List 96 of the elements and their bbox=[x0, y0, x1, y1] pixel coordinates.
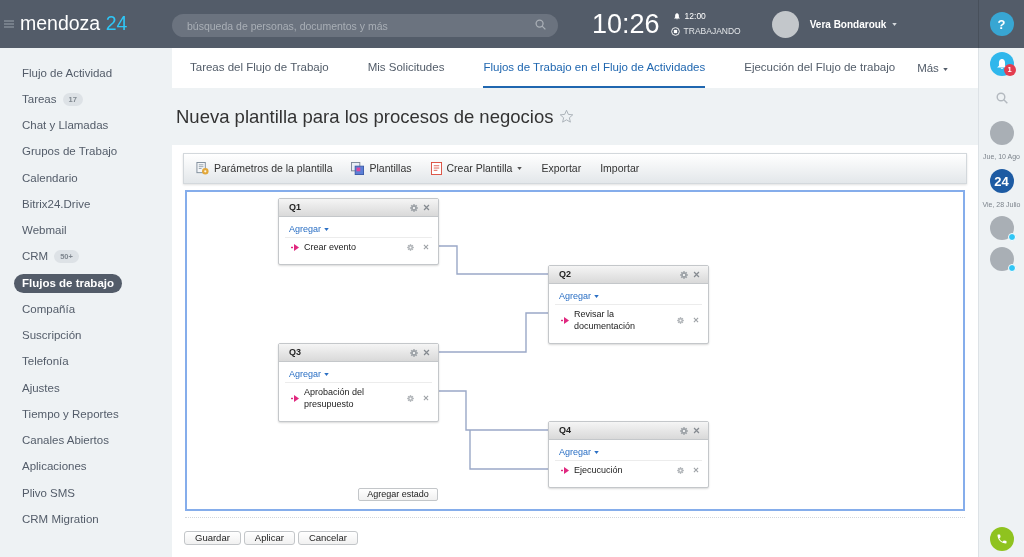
gear-icon[interactable] bbox=[677, 316, 684, 324]
add-action-link[interactable]: Agregar bbox=[559, 447, 600, 457]
caret-icon bbox=[892, 22, 898, 26]
sidebar-item[interactable]: Chat y Llamadas bbox=[14, 116, 117, 136]
arrow-icon bbox=[291, 394, 299, 402]
arrow-icon bbox=[291, 243, 299, 251]
arrow-icon bbox=[561, 466, 569, 474]
close-icon[interactable] bbox=[693, 271, 700, 278]
close-icon[interactable] bbox=[693, 427, 700, 434]
sidebar-item[interactable]: Bitrix24.Drive bbox=[14, 194, 99, 214]
toolbar-button[interactable]: Importar bbox=[600, 160, 640, 177]
arrow-icon bbox=[561, 316, 569, 324]
action-label: Ejecucución bbox=[574, 464, 624, 476]
add-action-link[interactable]: Agregar bbox=[559, 291, 600, 301]
tab[interactable]: Ejecución del Flujo de trabajo bbox=[744, 48, 896, 88]
close-icon[interactable] bbox=[693, 317, 699, 323]
action-label: Revisar la documentación bbox=[574, 308, 637, 332]
sidebar-item[interactable]: Compañía bbox=[14, 299, 84, 319]
gear-icon[interactable] bbox=[410, 203, 418, 212]
sidebar-item[interactable]: Flujo de Actividad bbox=[14, 63, 121, 83]
state-title: Q1 bbox=[289, 203, 301, 212]
sidebar-item[interactable]: Grupos de Trabajo bbox=[14, 142, 126, 162]
caret-icon bbox=[517, 167, 523, 170]
gear-icon[interactable] bbox=[410, 348, 418, 357]
state-title: Q4 bbox=[559, 426, 571, 435]
cancel-button[interactable]: Cancelar bbox=[297, 531, 358, 545]
gear-icon[interactable] bbox=[680, 426, 688, 435]
sidebar-item[interactable]: Tiempo y Reportes bbox=[14, 404, 127, 424]
add-state-button[interactable]: Agregar estado bbox=[358, 488, 438, 501]
sidebar-item[interactable]: Aplicaciones bbox=[14, 457, 95, 477]
overlapping-squares-icon bbox=[351, 162, 365, 175]
sidebar-item[interactable]: Flujos de trabajo bbox=[14, 273, 122, 293]
state-card[interactable]: Q4 Agregar Ejecucución bbox=[548, 421, 709, 488]
logo[interactable]: mendoza 24 bbox=[20, 14, 128, 34]
toolbar-button[interactable]: Crear Plantilla bbox=[430, 160, 523, 177]
gear-icon[interactable] bbox=[407, 394, 414, 402]
sidebar-item[interactable]: Webmail bbox=[14, 221, 75, 241]
user-name[interactable]: Vera Bondarouk bbox=[809, 16, 887, 32]
caret-icon bbox=[942, 67, 948, 71]
close-icon[interactable] bbox=[423, 204, 430, 211]
chat-logo[interactable]: 24 bbox=[989, 169, 1014, 193]
bell-icon bbox=[673, 13, 680, 20]
add-action-link[interactable]: Agregar bbox=[289, 369, 330, 379]
action-label: Aprobación del presupuesto bbox=[304, 386, 366, 410]
caret-icon bbox=[594, 294, 600, 298]
sidebar-item[interactable]: Suscripción bbox=[14, 326, 90, 346]
tab[interactable]: Tareas del Flujo de Trabajo bbox=[190, 48, 329, 88]
sidebar-item[interactable]: Plivo SMS bbox=[14, 483, 84, 503]
caret-icon bbox=[594, 450, 600, 454]
sidebar-item[interactable]: Canales Abiertos bbox=[14, 431, 117, 451]
caret-icon bbox=[324, 372, 330, 376]
sidebar-item[interactable]: CRM Migration bbox=[14, 509, 107, 529]
bell-icon bbox=[996, 58, 1007, 70]
toolbar-button[interactable]: Parámetros de la plantilla bbox=[196, 160, 333, 177]
close-icon[interactable] bbox=[693, 467, 699, 473]
contact-avatar[interactable] bbox=[989, 216, 1014, 240]
sidebar-item[interactable]: Ajustes bbox=[14, 378, 68, 398]
search-icon[interactable] bbox=[995, 92, 1008, 104]
search-field[interactable]: búsqueda de personas, documentos y más bbox=[172, 14, 558, 37]
state-title: Q2 bbox=[559, 270, 571, 279]
toolbar-button[interactable]: Plantillas bbox=[351, 160, 412, 177]
close-icon[interactable] bbox=[423, 395, 429, 401]
alarm-time: 12:00 bbox=[684, 12, 706, 21]
state-card[interactable]: Q1 Agregar Crear evento bbox=[278, 198, 439, 265]
apply-button[interactable]: Aplicar bbox=[243, 531, 295, 545]
state-card[interactable]: Q2 Agregar Revisar la documentación bbox=[548, 265, 709, 344]
phone-icon bbox=[995, 533, 1008, 545]
state-card[interactable]: Q3 Agregar Aprobación del presupuesto bbox=[278, 343, 439, 422]
contact-avatar[interactable] bbox=[989, 247, 1014, 271]
page-title: Nueva plantilla para los procesos de negocios bbox=[176, 104, 554, 129]
work-status[interactable]: TRABAJANDO bbox=[683, 27, 741, 36]
clock-time[interactable]: 10:26 bbox=[592, 10, 660, 38]
more-tab[interactable]: Más bbox=[917, 48, 948, 88]
contact-avatar[interactable] bbox=[989, 121, 1014, 145]
save-button[interactable]: Guardar bbox=[184, 531, 241, 545]
close-icon[interactable] bbox=[423, 244, 429, 250]
stop-icon[interactable] bbox=[670, 26, 680, 36]
star-icon[interactable] bbox=[559, 109, 575, 124]
gear-icon[interactable] bbox=[680, 270, 688, 279]
phone-button[interactable] bbox=[989, 527, 1014, 551]
toolbar-button[interactable]: Exportar bbox=[541, 160, 582, 177]
menu-icon[interactable] bbox=[4, 20, 14, 28]
sidebar-item[interactable]: Telefonía bbox=[14, 352, 77, 372]
document-icon bbox=[430, 162, 442, 175]
search-icon[interactable] bbox=[535, 18, 546, 30]
close-icon[interactable] bbox=[423, 349, 430, 356]
state-title: Q3 bbox=[289, 348, 301, 357]
add-action-link[interactable]: Agregar bbox=[289, 224, 330, 234]
gear-icon[interactable] bbox=[407, 243, 414, 251]
tab[interactable]: Mis Solicitudes bbox=[367, 48, 445, 88]
user-avatar[interactable] bbox=[771, 10, 799, 38]
action-label: Crear evento bbox=[304, 241, 358, 253]
sidebar-item[interactable]: Calendario bbox=[14, 168, 86, 188]
document-gear-icon bbox=[196, 162, 209, 175]
caret-icon bbox=[324, 227, 330, 231]
gear-icon[interactable] bbox=[677, 466, 684, 474]
